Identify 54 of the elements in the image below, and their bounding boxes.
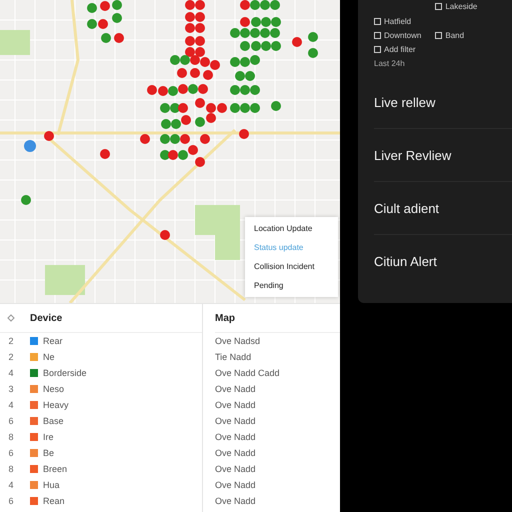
row-number: 3 xyxy=(7,383,14,396)
table-cell-text: Ove Nadd xyxy=(215,415,257,428)
device-name: Borderside xyxy=(43,368,87,378)
device-name: Neso xyxy=(43,384,64,394)
column-header: Device xyxy=(22,304,202,333)
table-cell-text: Ove Nadd xyxy=(215,431,257,444)
panel-link[interactable]: Band xyxy=(435,31,478,40)
popup-text: Pending xyxy=(254,281,284,290)
table-cell-text: Ove Nadsd xyxy=(215,335,262,348)
panel-item[interactable]: Citiun Alert xyxy=(374,235,512,287)
panel-link[interactable]: Lakeside xyxy=(435,2,478,11)
square-icon xyxy=(374,18,381,25)
device-name: Hua xyxy=(43,480,60,490)
table-cell-text: Ove Nadd Cadd xyxy=(215,367,281,380)
table-cell-text: Tie Nadd xyxy=(215,351,252,364)
square-icon xyxy=(374,32,381,39)
device-name: Breen xyxy=(43,464,68,474)
row-number: 4 xyxy=(7,399,14,412)
panel-item[interactable]: Live rellew xyxy=(374,76,512,129)
row-number: 6 xyxy=(7,447,14,460)
popup-text: Location Update xyxy=(254,224,314,233)
device-name: Ire xyxy=(43,432,54,442)
row-number: 8 xyxy=(7,463,14,476)
device-name: Ne xyxy=(43,352,55,362)
table-cell-text: Ove Nadd xyxy=(215,463,257,476)
row-number: 4 xyxy=(7,367,14,380)
panel-item[interactable]: Ciult adient xyxy=(374,182,512,235)
panel-link[interactable]: Hatfield xyxy=(374,17,422,26)
column-header: Map xyxy=(215,304,340,333)
square-icon xyxy=(374,46,381,53)
row-number: 4 xyxy=(7,479,14,492)
row-number: 2 xyxy=(7,335,14,348)
device-name: Heavy xyxy=(43,400,69,410)
row-number: 8 xyxy=(7,431,14,444)
table-cell-text: Ove Nadd xyxy=(215,383,257,396)
row-number: 6 xyxy=(7,495,14,508)
table-cell-text: Ove Nadd xyxy=(215,479,257,492)
square-icon xyxy=(435,3,442,10)
panel-link[interactable]: Downtown xyxy=(374,31,422,40)
popup-text: Collision Incident xyxy=(254,262,316,271)
table-cell-text: Ove Nadd xyxy=(215,495,257,508)
sort-icon[interactable] xyxy=(7,314,15,322)
table-cell-text: Ove Nadd xyxy=(215,447,257,460)
device-name: Be xyxy=(43,448,54,458)
device-name: Rean xyxy=(43,496,65,506)
panel-item[interactable]: Liver Revliew xyxy=(374,129,512,182)
device-name: Rear xyxy=(43,336,63,346)
table-cell-text: Ove Nadd xyxy=(215,399,257,412)
row-number: 2 xyxy=(7,351,14,364)
square-icon xyxy=(435,32,442,39)
row-number: 6 xyxy=(7,415,14,428)
panel-link[interactable]: Add filter xyxy=(374,45,422,54)
device-name: Base xyxy=(43,416,64,426)
note-text: Last 24h xyxy=(374,59,406,68)
